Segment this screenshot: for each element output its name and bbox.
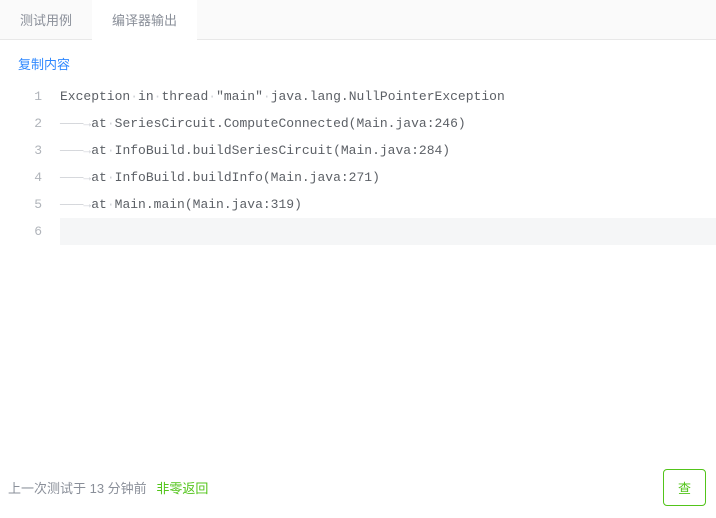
copy-content-link[interactable]: 复制内容 — [0, 40, 716, 83]
tab-indicator-icon: ———→ — [60, 197, 91, 212]
space-indicator-icon: · — [107, 197, 115, 212]
footer-bar: 上一次测试于 13 分钟前 非零返回 查 — [0, 456, 716, 518]
tab-test-cases[interactable]: 测试用例 — [0, 0, 92, 39]
space-indicator-icon: · — [107, 143, 115, 158]
footer-action-button[interactable]: 查 — [663, 469, 706, 506]
code-output: 1Exception·in·thread·"main"·java.lang.Nu… — [0, 83, 716, 245]
line-content: Exception·in·thread·"main"·java.lang.Nul… — [60, 83, 716, 110]
code-line: 5———→at·Main.main(Main.java:319) — [0, 191, 716, 218]
code-line: 2———→at·SeriesCircuit.ComputeConnected(M… — [0, 110, 716, 137]
space-indicator-icon: · — [208, 89, 216, 104]
line-number: 4 — [0, 164, 60, 191]
space-indicator-icon: · — [107, 170, 115, 185]
line-number: 6 — [0, 218, 60, 245]
tab-indicator-icon: ———→ — [60, 116, 91, 131]
space-indicator-icon: · — [263, 89, 271, 104]
tab-indicator-icon: ———→ — [60, 170, 91, 185]
last-test-time: 上一次测试于 13 分钟前 — [8, 481, 147, 496]
tab-indicator-icon: ———→ — [60, 143, 91, 158]
tab-bar: 测试用例 编译器输出 — [0, 0, 716, 40]
line-content — [60, 218, 716, 245]
line-content: ———→at·SeriesCircuit.ComputeConnected(Ma… — [60, 110, 716, 137]
code-line: 4———→at·InfoBuild.buildInfo(Main.java:27… — [0, 164, 716, 191]
code-line: 3———→at·InfoBuild.buildSeriesCircuit(Mai… — [0, 137, 716, 164]
line-content: ———→at·InfoBuild.buildSeriesCircuit(Main… — [60, 137, 716, 164]
tab-compiler-output[interactable]: 编译器输出 — [92, 0, 197, 40]
line-content: ———→at·InfoBuild.buildInfo(Main.java:271… — [60, 164, 716, 191]
status-badge: 非零返回 — [156, 481, 208, 496]
space-indicator-icon: · — [107, 116, 115, 131]
code-line: 6 — [0, 218, 716, 245]
line-content: ———→at·Main.main(Main.java:319) — [60, 191, 716, 218]
line-number: 5 — [0, 191, 60, 218]
line-number: 1 — [0, 83, 60, 110]
line-number: 2 — [0, 110, 60, 137]
code-line: 1Exception·in·thread·"main"·java.lang.Nu… — [0, 83, 716, 110]
line-number: 3 — [0, 137, 60, 164]
space-indicator-icon: · — [130, 89, 138, 104]
last-test-info: 上一次测试于 13 分钟前 非零返回 — [8, 478, 208, 497]
